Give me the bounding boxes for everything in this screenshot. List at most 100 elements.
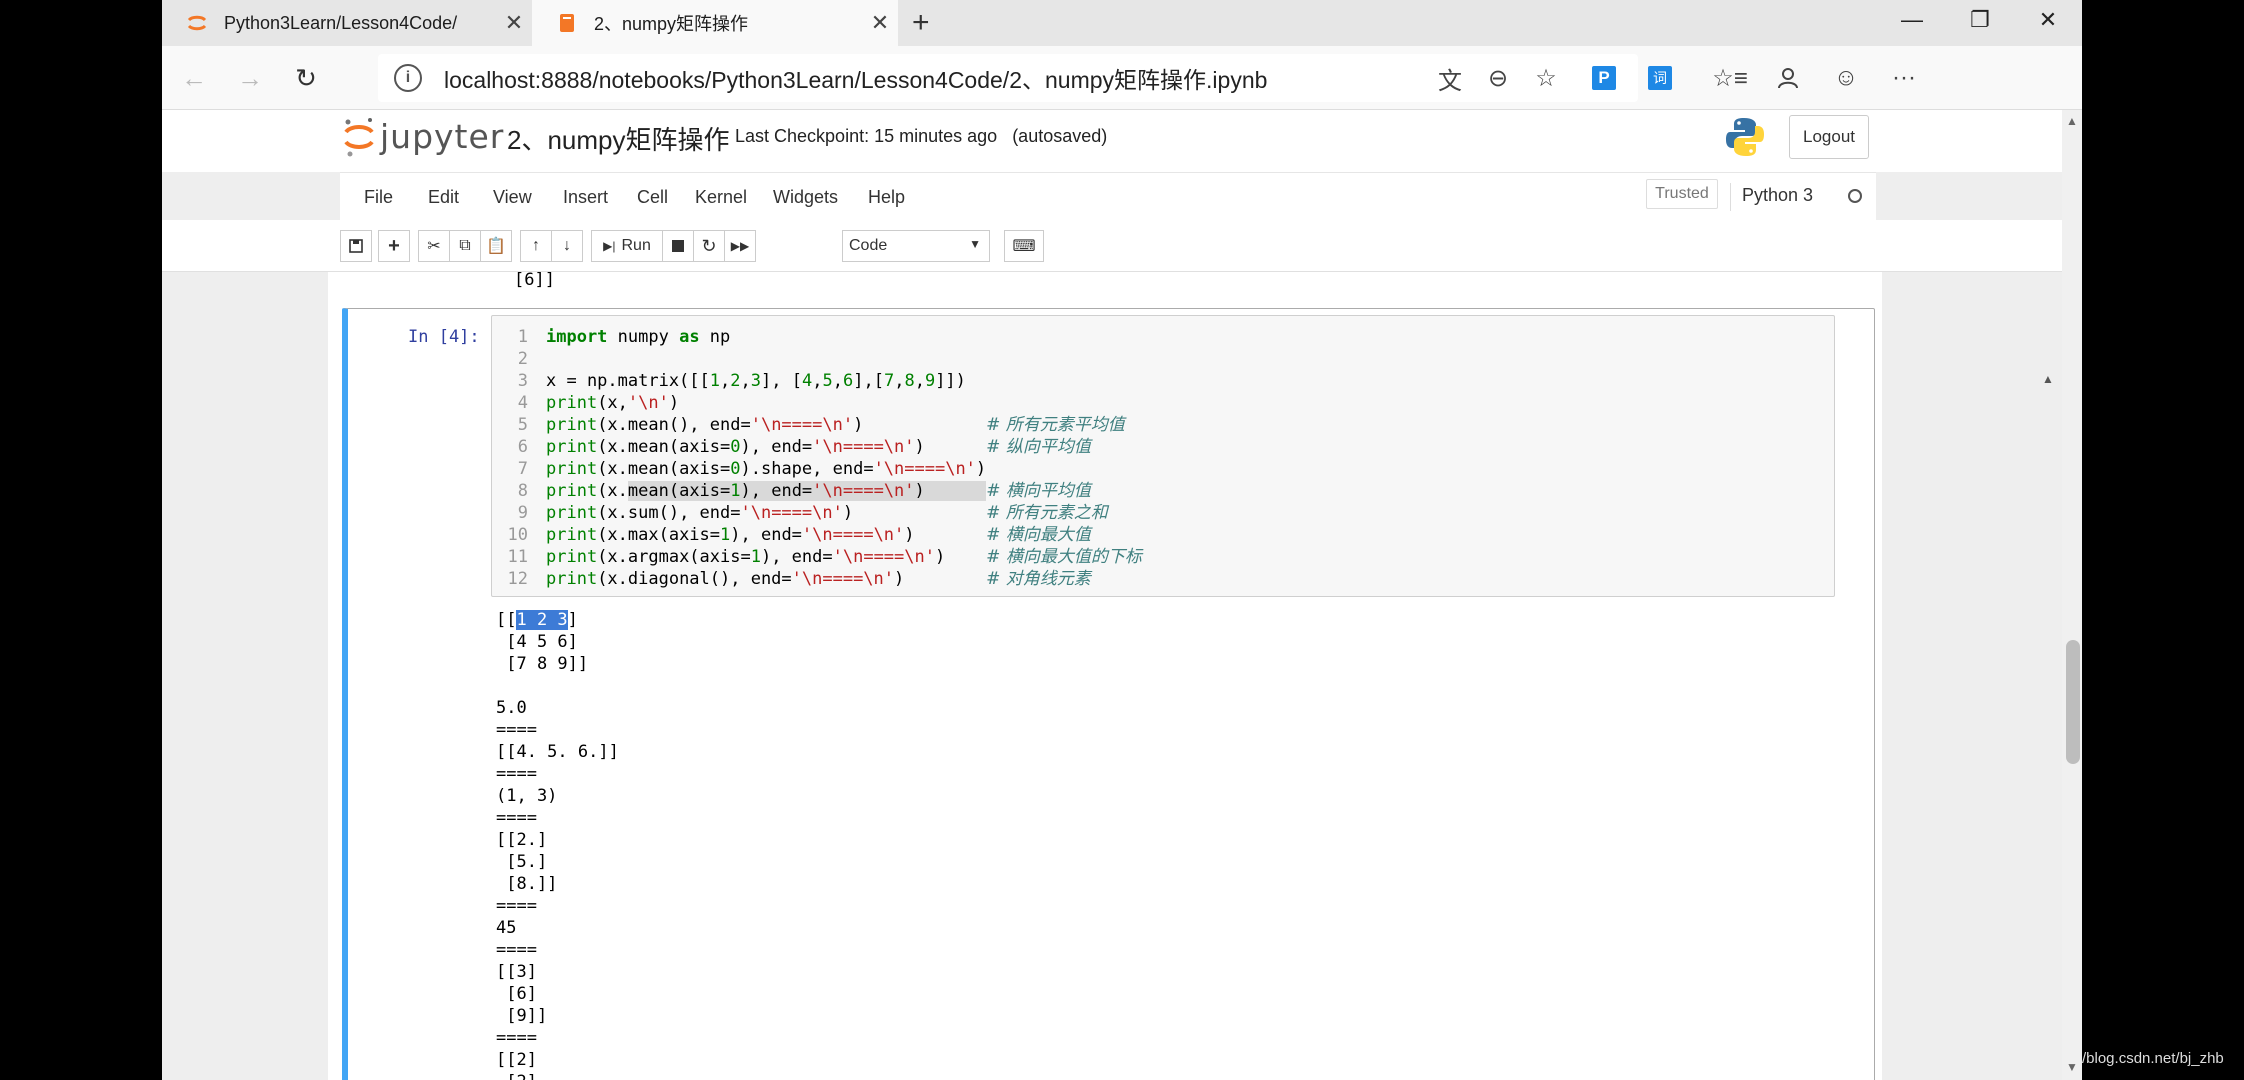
code-line: print(x.max(axis=1), end='\n====\n') # 横… bbox=[546, 525, 1091, 545]
scroll-down-icon[interactable]: ▼ bbox=[2066, 1060, 2078, 1074]
paste-button[interactable]: 📋 bbox=[480, 230, 512, 262]
notebook-name[interactable]: 2、numpy矩阵操作 bbox=[507, 120, 730, 157]
output-line: [[2] bbox=[496, 1050, 537, 1070]
line-number: 7 bbox=[517, 459, 528, 479]
window-close-icon[interactable]: ✕ bbox=[2014, 0, 2082, 40]
insert-cell-button[interactable]: + bbox=[378, 230, 410, 262]
forward-icon[interactable]: → bbox=[230, 58, 270, 98]
output-line: [5.] bbox=[496, 852, 548, 872]
line-number: 8 bbox=[517, 481, 528, 501]
code-line: print(x,'\n') bbox=[546, 393, 680, 413]
page-scrollbar[interactable]: ▲ ▼ bbox=[2062, 110, 2082, 1080]
code-line: print(x.argmax(axis=1), end='\n====\n') … bbox=[546, 547, 1142, 567]
paste-icon: 📋 bbox=[486, 238, 506, 255]
move-up-button[interactable]: ↑ bbox=[520, 230, 552, 262]
output-line: ==== bbox=[496, 940, 537, 960]
profile-icon[interactable] bbox=[1768, 58, 1808, 98]
output-line: ==== bbox=[496, 808, 537, 828]
kernel-name[interactable]: Python 3 bbox=[1742, 185, 1813, 206]
code-comment: # 所有元素平均值 bbox=[986, 415, 1125, 435]
run-label: Run bbox=[621, 237, 651, 254]
notebook-favicon-icon bbox=[556, 12, 578, 34]
code-comment: # 所有元素之和 bbox=[986, 503, 1108, 523]
arrow-up-icon: ↑ bbox=[532, 237, 540, 254]
code-line: print(x.sum(), end='\n====\n') # 所有元素之和 bbox=[546, 503, 1108, 523]
restart-button[interactable]: ↻ bbox=[693, 230, 725, 262]
code-line: x = np.matrix([[1,2,3], [4,5,6],[7,8,9]]… bbox=[546, 371, 966, 391]
jupyter-logo-text: jupyter bbox=[380, 116, 505, 156]
code-cell[interactable]: In [4]: 1 2 3 4 5 6 7 8 9 10 11 12 impor… bbox=[342, 308, 1875, 1080]
restore-icon[interactable]: ❐ bbox=[1946, 0, 2014, 40]
line-number: 11 bbox=[507, 547, 528, 567]
site-info-icon[interactable]: i bbox=[394, 64, 422, 92]
code-comment: # 纵向平均值 bbox=[986, 437, 1091, 457]
refresh-icon[interactable]: ↻ bbox=[286, 58, 326, 98]
output-line: ==== bbox=[496, 720, 537, 740]
minimize-icon[interactable]: — bbox=[1878, 0, 1946, 40]
keyboard-icon: ⌨ bbox=[1012, 238, 1036, 255]
move-down-button[interactable]: ↓ bbox=[551, 230, 583, 262]
line-number: 2 bbox=[517, 349, 528, 369]
fast-forward-icon: ▶▶ bbox=[730, 239, 750, 253]
output-line: [[3] bbox=[496, 962, 537, 982]
output-line: 5.0 bbox=[496, 698, 527, 718]
logout-button[interactable]: Logout bbox=[1789, 115, 1869, 159]
line-number: 10 bbox=[507, 525, 528, 545]
cell-type-select[interactable]: Code ▼ bbox=[842, 230, 990, 262]
more-menu-icon[interactable]: ··· bbox=[1884, 58, 1924, 98]
menu-file[interactable]: File bbox=[364, 187, 393, 208]
interrupt-button[interactable] bbox=[662, 230, 694, 262]
scrollbar-thumb[interactable] bbox=[2066, 640, 2080, 764]
extension-dictionary-icon[interactable]: 词 bbox=[1640, 58, 1680, 98]
menu-view[interactable]: View bbox=[493, 187, 532, 208]
back-icon[interactable]: ← bbox=[174, 58, 214, 98]
favorite-star-icon[interactable]: ☆ bbox=[1526, 58, 1566, 98]
stop-icon bbox=[672, 240, 684, 252]
menu-cell[interactable]: Cell bbox=[637, 187, 668, 208]
translate-icon[interactable]: 文 bbox=[1430, 58, 1470, 98]
code-editor[interactable]: 1 2 3 4 5 6 7 8 9 10 11 12 import numpy … bbox=[491, 315, 1835, 597]
code-comment: # 横向平均值 bbox=[986, 481, 1091, 501]
line-number: 1 bbox=[517, 327, 528, 347]
scissors-icon: ✂ bbox=[427, 238, 441, 255]
zoom-out-icon[interactable]: ⊖ bbox=[1478, 58, 1518, 98]
output-line: ==== bbox=[496, 896, 537, 916]
jupyter-header: jupyter 2、numpy矩阵操作 Last Checkpoint: 15 … bbox=[162, 110, 2062, 172]
code-line: print(x.mean(axis=0), end='\n====\n') # … bbox=[546, 437, 1091, 457]
menu-insert[interactable]: Insert bbox=[563, 187, 608, 208]
output-line: [6] bbox=[496, 984, 537, 1004]
new-tab-icon[interactable]: + bbox=[912, 6, 930, 40]
output-line: ==== bbox=[496, 1028, 537, 1048]
command-palette-button[interactable]: ⌨ bbox=[1004, 230, 1044, 262]
menu-widgets[interactable]: Widgets bbox=[773, 187, 838, 208]
extension-p-icon[interactable]: P bbox=[1584, 58, 1624, 98]
close-icon[interactable]: ✕ bbox=[496, 10, 532, 36]
restart-run-all-button[interactable]: ▶▶ bbox=[724, 230, 756, 262]
tab-lesson4code[interactable]: Python3Learn/Lesson4Code/ ✕ bbox=[162, 0, 532, 46]
menu-help[interactable]: Help bbox=[868, 187, 905, 208]
caret-down-icon: ▼ bbox=[969, 237, 981, 251]
feedback-smiley-icon[interactable]: ☺ bbox=[1826, 58, 1866, 98]
tab-numpy-notebook[interactable]: 2、numpy矩阵操作 ✕ bbox=[532, 0, 898, 46]
menu-edit[interactable]: Edit bbox=[428, 187, 459, 208]
previous-output-tail: [6]] bbox=[514, 272, 555, 290]
trusted-badge[interactable]: Trusted bbox=[1646, 179, 1718, 209]
navigation-bar: ← → ↻ i localhost:8888/notebooks/Python3… bbox=[162, 46, 2082, 110]
scroll-up-icon[interactable]: ▲ bbox=[2066, 114, 2078, 128]
line-number: 6 bbox=[517, 437, 528, 457]
close-icon[interactable]: ✕ bbox=[862, 10, 898, 36]
favorites-list-icon[interactable]: ☆≡ bbox=[1710, 58, 1750, 98]
cut-button[interactable]: ✂ bbox=[418, 230, 450, 262]
output-line: 45 bbox=[496, 918, 517, 938]
run-button[interactable]: ▶| Run bbox=[591, 230, 663, 262]
tab-title: 2、numpy矩阵操作 bbox=[594, 14, 749, 34]
checkpoint-text: Last Checkpoint: 15 minutes ago bbox=[735, 126, 998, 146]
scroll-up-arrow-icon[interactable]: ▲ bbox=[2042, 372, 2054, 386]
restart-icon: ↻ bbox=[701, 235, 717, 256]
copy-button[interactable]: ⧉ bbox=[449, 230, 481, 262]
tab-title: Python3Learn/Lesson4Code/ bbox=[224, 12, 458, 33]
save-button[interactable] bbox=[340, 230, 372, 262]
menu-kernel[interactable]: Kernel bbox=[695, 187, 747, 208]
jupyter-logo[interactable]: jupyter bbox=[344, 116, 505, 157]
